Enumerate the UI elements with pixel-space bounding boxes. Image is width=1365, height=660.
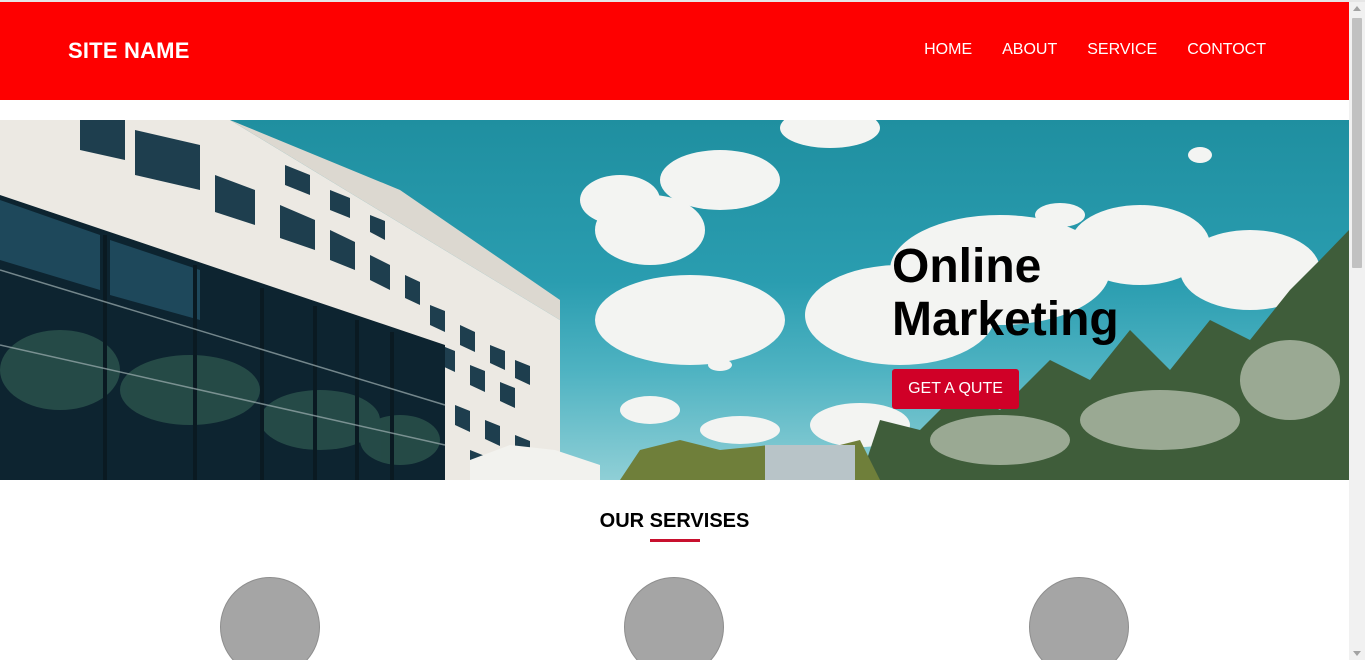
site-name[interactable]: SITE NAME <box>68 38 190 64</box>
hero-title: Online Marketing <box>892 240 1119 346</box>
service-1-image-placeholder <box>220 577 320 660</box>
page: SITE NAME HOME ABOUT SERVICE CONTOCT Onl… <box>0 2 1349 660</box>
hero-image <box>0 120 1349 480</box>
scrollbar-thumb[interactable] <box>1352 18 1362 268</box>
service-3-image-placeholder <box>1029 577 1129 660</box>
main-nav: HOME ABOUT SERVICE CONTOCT <box>924 41 1266 59</box>
hotel-building <box>0 120 600 480</box>
services-title: OUR SERVISES <box>599 510 750 532</box>
get-quote-button[interactable]: GET A QUTE <box>892 369 1019 409</box>
services-title-underline <box>650 539 700 542</box>
hero-title-line1: Online <box>892 240 1042 293</box>
hero-title-line2: Marketing <box>892 293 1119 346</box>
nav-service-link[interactable]: SERVICE <box>1087 41 1157 59</box>
service-2-image-placeholder <box>624 577 724 660</box>
nav-home-link[interactable]: HOME <box>924 41 972 59</box>
distant-building <box>765 445 855 480</box>
hero-banner: Online Marketing GET A QUTE <box>0 120 1349 480</box>
nav-about-link[interactable]: ABOUT <box>1002 41 1057 59</box>
nav-contact-link[interactable]: CONTOCT <box>1187 41 1266 59</box>
scroll-down-arrow-icon[interactable] <box>1353 651 1361 656</box>
navbar: SITE NAME HOME ABOUT SERVICE CONTOCT <box>0 2 1349 100</box>
vertical-scrollbar[interactable] <box>1349 2 1365 660</box>
scroll-up-arrow-icon[interactable] <box>1353 6 1361 11</box>
